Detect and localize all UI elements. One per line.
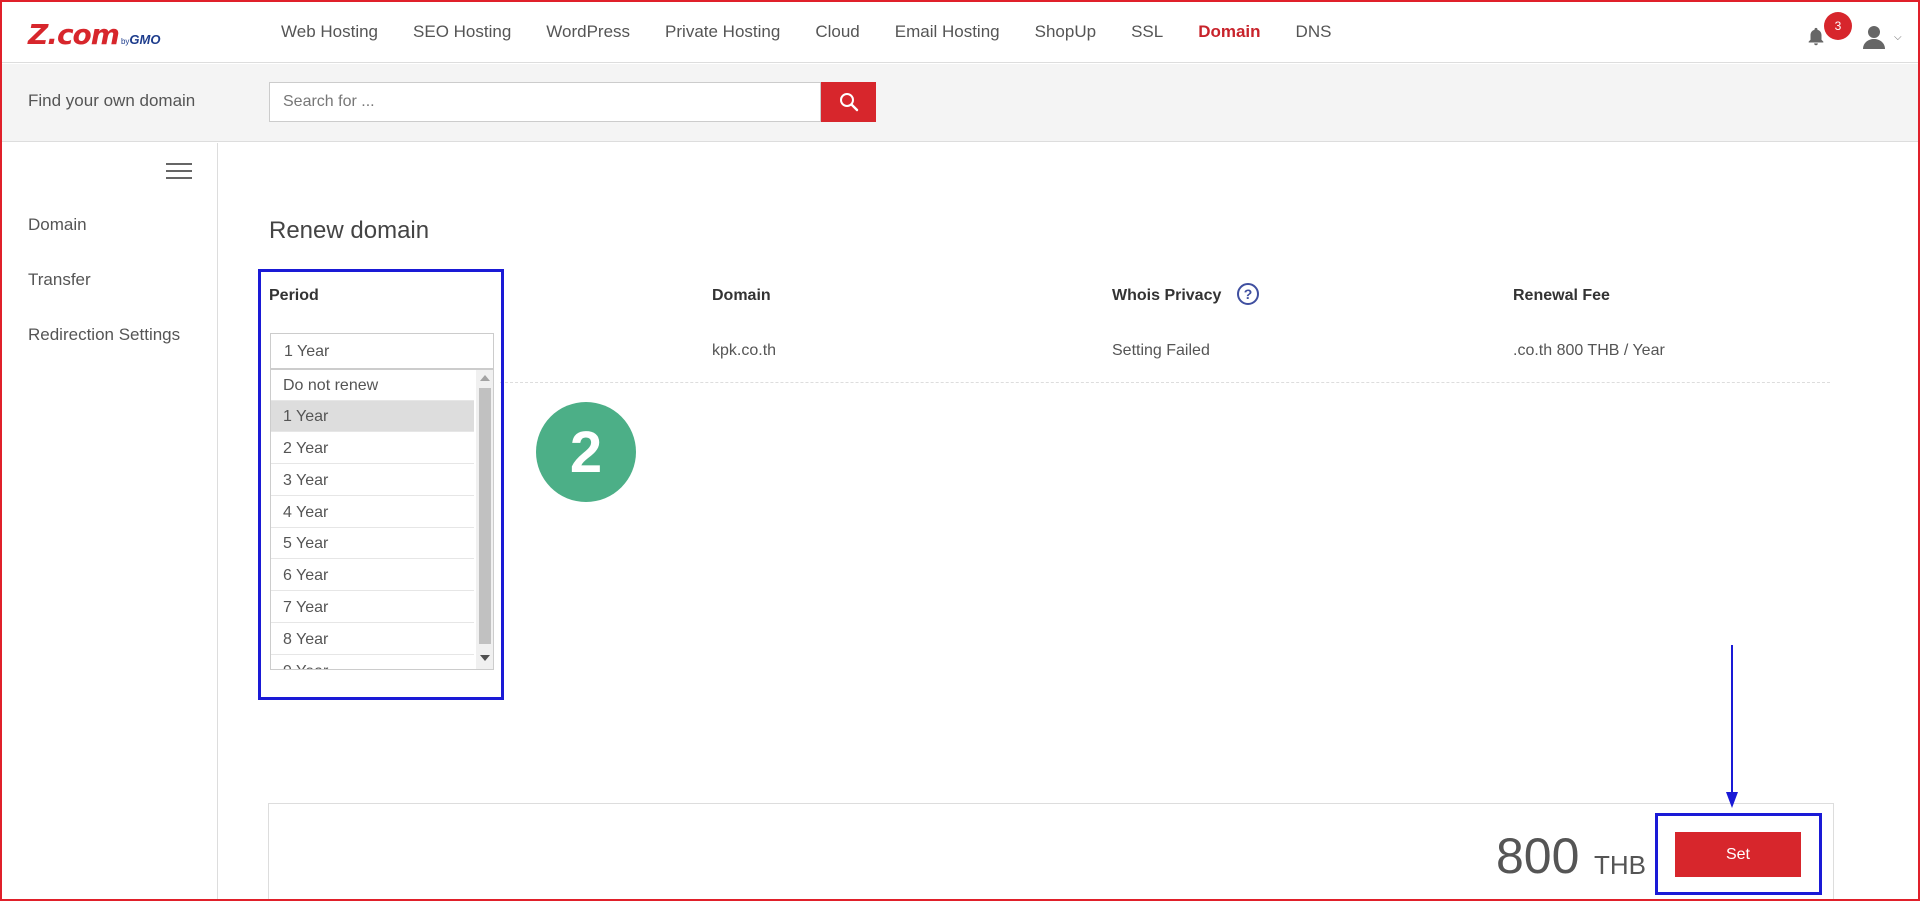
scroll-down-arrow-icon[interactable] [480, 655, 490, 661]
total-currency: THB [1594, 850, 1646, 880]
period-option-9-year[interactable]: 9 Year [271, 656, 474, 669]
pointer-arrow-line [1731, 645, 1733, 800]
top-navbar: Z.com by GMO Web Hosting SEO Hosting Wor… [0, 0, 1920, 63]
page-title: Renew domain [269, 217, 430, 244]
nav-cloud[interactable]: Cloud [815, 22, 859, 42]
whois-status: Setting Failed [1112, 342, 1210, 359]
period-select[interactable]: 1 Year [270, 333, 494, 369]
period-option-5-year[interactable]: 5 Year [271, 528, 474, 559]
nav-wordpress[interactable]: WordPress [546, 22, 630, 42]
nav-seo-hosting[interactable]: SEO Hosting [413, 22, 511, 42]
scrollbar-thumb[interactable] [479, 388, 491, 644]
logo-by: by [120, 37, 130, 46]
help-icon[interactable]: ? [1237, 283, 1259, 305]
period-dropdown-list: Do not renew 1 Year 2 Year 3 Year 4 Year… [270, 369, 494, 670]
nav-email-hosting[interactable]: Email Hosting [895, 22, 1000, 42]
period-option-2-year[interactable]: 2 Year [271, 433, 474, 464]
nav-web-hosting[interactable]: Web Hosting [281, 22, 378, 42]
domain-value: kpk.co.th [712, 342, 777, 359]
chevron-down-icon[interactable]: ⌵ [1894, 32, 1902, 43]
zcom-logo[interactable]: Z.com by GMO [28, 18, 161, 51]
main-nav: Web Hosting SEO Hosting WordPress Privat… [281, 0, 1366, 63]
renewal-fee-value: .co.th 800 THB / Year [1513, 342, 1665, 359]
user-icon[interactable] [1862, 24, 1886, 50]
nav-dns[interactable]: DNS [1296, 22, 1332, 42]
period-option-8-year[interactable]: 8 Year [271, 624, 474, 655]
period-option-6-year[interactable]: 6 Year [271, 560, 474, 591]
menu-icon[interactable] [166, 163, 192, 183]
search-button[interactable] [821, 82, 876, 122]
sidebar: Domain Transfer Redirection Settings [0, 143, 218, 901]
sidebar-item-domain[interactable]: Domain [28, 215, 87, 235]
row-divider [500, 382, 1830, 383]
search-icon [839, 93, 858, 112]
sidebar-item-transfer[interactable]: Transfer [28, 270, 91, 290]
column-header-whois: Whois Privacy [1112, 287, 1222, 304]
logo-gmo: GMO [129, 32, 161, 47]
total-amount: 800 [1496, 828, 1580, 884]
nav-domain[interactable]: Domain [1198, 22, 1260, 42]
set-button[interactable]: Set [1675, 832, 1801, 877]
notification-badge: 3 [1824, 12, 1852, 40]
sidebar-item-redirection[interactable]: Redirection Settings [28, 325, 180, 345]
scroll-up-arrow-icon[interactable] [480, 375, 490, 381]
period-option-4-year[interactable]: 4 Year [271, 497, 474, 528]
column-header-period: Period [269, 287, 319, 304]
nav-ssl[interactable]: SSL [1131, 22, 1163, 42]
find-domain-label: Find your own domain [28, 91, 196, 110]
column-header-renewal-fee: Renewal Fee [1513, 287, 1610, 304]
column-header-domain: Domain [712, 287, 771, 304]
nav-private-hosting[interactable]: Private Hosting [665, 22, 780, 42]
period-option-1-year[interactable]: 1 Year [271, 401, 474, 432]
step-number-badge: 2 [536, 402, 636, 502]
logo-text: Z.com [28, 18, 120, 51]
nav-shopup[interactable]: ShopUp [1035, 22, 1096, 42]
search-input[interactable] [269, 82, 821, 122]
period-option-do-not-renew[interactable]: Do not renew [271, 370, 474, 401]
arrow-down-icon [1726, 792, 1738, 808]
period-option-7-year[interactable]: 7 Year [271, 592, 474, 623]
period-option-3-year[interactable]: 3 Year [271, 465, 474, 496]
domain-search-bar: Find your own domain [0, 64, 1920, 142]
